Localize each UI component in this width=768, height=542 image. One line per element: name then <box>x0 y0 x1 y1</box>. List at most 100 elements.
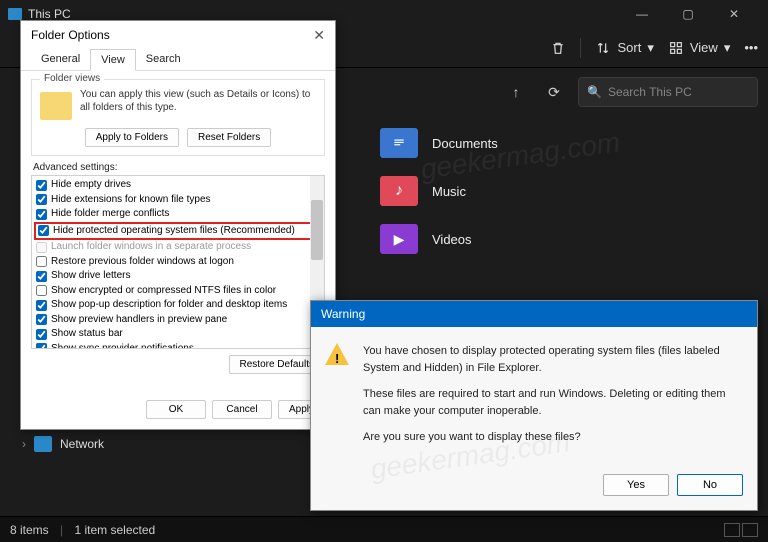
ok-button[interactable]: OK <box>146 400 206 419</box>
warning-title: Warning <box>311 301 757 327</box>
reset-folders-button[interactable]: Reset Folders <box>187 128 271 147</box>
advanced-setting-label: Show sync provider notifications <box>51 342 194 350</box>
view-button[interactable]: View ▾ <box>668 40 730 56</box>
warning-line-3: Are you sure you want to display these f… <box>363 429 743 446</box>
cancel-button[interactable]: Cancel <box>212 400 272 419</box>
music-icon: ♪ <box>380 176 418 206</box>
advanced-setting-label: Restore previous folder windows at logon <box>51 255 234 270</box>
advanced-setting-label: Show pop-up description for folder and d… <box>51 298 287 313</box>
network-label: Network <box>60 437 104 451</box>
advanced-setting-label: Hide protected operating system files (R… <box>53 224 295 239</box>
tab-general[interactable]: General <box>31 49 90 70</box>
advanced-setting-checkbox[interactable] <box>36 314 47 325</box>
advanced-setting-checkbox[interactable] <box>36 194 47 205</box>
chevron-right-icon: › <box>22 437 26 451</box>
advanced-setting-item[interactable]: Hide folder merge conflicts <box>36 207 320 222</box>
maximize-button[interactable]: ▢ <box>670 2 706 26</box>
library-label: Documents <box>432 136 498 151</box>
trash-icon <box>550 40 566 56</box>
network-icon <box>34 436 52 452</box>
folder-views-group-label: Folder views <box>40 73 104 84</box>
advanced-setting-item[interactable]: Show preview handlers in preview pane <box>36 313 320 328</box>
view-icon <box>668 40 684 56</box>
no-button[interactable]: No <box>677 474 743 496</box>
tab-search[interactable]: Search <box>136 49 191 70</box>
advanced-setting-checkbox[interactable] <box>36 271 47 282</box>
apply-to-folders-button[interactable]: Apply to Folders <box>85 128 179 147</box>
folder-views-text: You can apply this view (such as Details… <box>80 88 316 120</box>
scrollbar-thumb[interactable] <box>311 200 323 260</box>
yes-button[interactable]: Yes <box>603 474 669 496</box>
sidebar-item-network[interactable]: › Network <box>22 436 104 452</box>
advanced-setting-checkbox[interactable] <box>36 285 47 296</box>
minimize-button[interactable]: — <box>624 2 660 26</box>
library-documents[interactable]: Documents <box>380 128 498 158</box>
close-button[interactable]: ✕ <box>716 2 752 26</box>
warning-line-1: You have chosen to display protected ope… <box>363 343 743 376</box>
advanced-setting-label: Show preview handlers in preview pane <box>51 313 227 328</box>
view-label: View <box>690 40 718 55</box>
videos-icon: ▶ <box>380 224 418 254</box>
advanced-setting-item[interactable]: Restore previous folder windows at logon <box>36 255 320 270</box>
advanced-setting-item[interactable]: Hide protected operating system files (R… <box>34 222 322 241</box>
warning-dialog: Warning ! You have chosen to display pro… <box>310 300 758 511</box>
advanced-setting-item[interactable]: Hide empty drives <box>36 178 320 193</box>
more-button[interactable]: ••• <box>744 40 758 55</box>
warning-icon: ! <box>325 343 349 367</box>
library-label: Videos <box>432 232 472 247</box>
view-mode-icons[interactable] <box>742 523 758 537</box>
search-placeholder: Search This PC <box>608 85 692 99</box>
advanced-setting-label: Show encrypted or compressed NTFS files … <box>51 284 276 299</box>
app-icon <box>8 8 22 20</box>
advanced-setting-item[interactable]: Show drive letters <box>36 269 320 284</box>
sort-label: Sort <box>617 40 641 55</box>
chevron-down-icon: ▾ <box>724 40 731 56</box>
advanced-setting-item[interactable]: Show sync provider notifications <box>36 342 320 350</box>
documents-icon <box>380 128 418 158</box>
status-selection: 1 item selected <box>75 523 156 537</box>
advanced-setting-checkbox[interactable] <box>36 300 47 311</box>
advanced-setting-item[interactable]: Show pop-up description for folder and d… <box>36 298 320 313</box>
dialog-title: Folder Options <box>31 28 110 42</box>
refresh-button[interactable]: ⟳ <box>540 78 568 106</box>
advanced-setting-item[interactable]: Show encrypted or compressed NTFS files … <box>36 284 320 299</box>
warning-line-2: These files are required to start and ru… <box>363 386 743 419</box>
advanced-setting-checkbox[interactable] <box>36 329 47 340</box>
folder-views-group: Folder views You can apply this view (su… <box>31 79 325 156</box>
advanced-settings-list: Hide empty drivesHide extensions for kno… <box>31 175 325 349</box>
tab-view[interactable]: View <box>90 49 136 71</box>
folder-icon <box>40 92 72 120</box>
advanced-setting-item[interactable]: Hide extensions for known file types <box>36 193 320 208</box>
advanced-setting-checkbox[interactable] <box>36 343 47 349</box>
advanced-setting-label: Hide extensions for known file types <box>51 193 211 208</box>
search-input[interactable]: 🔍 Search This PC <box>578 77 758 107</box>
advanced-setting-checkbox[interactable] <box>36 242 47 253</box>
ellipsis-icon: ••• <box>744 40 758 55</box>
sort-button[interactable]: Sort ▾ <box>595 40 653 56</box>
advanced-setting-item[interactable]: Show status bar <box>36 327 320 342</box>
status-item-count: 8 items <box>10 523 49 537</box>
advanced-setting-checkbox[interactable] <box>36 209 47 220</box>
advanced-setting-label: Show status bar <box>51 327 123 342</box>
library-label: Music <box>432 184 466 199</box>
advanced-setting-label: Hide folder merge conflicts <box>51 207 169 222</box>
up-button[interactable]: ↑ <box>502 78 530 106</box>
advanced-setting-checkbox[interactable] <box>36 180 47 191</box>
dialog-close-button[interactable]: ✕ <box>313 27 325 44</box>
library-videos[interactable]: ▶ Videos <box>380 224 498 254</box>
advanced-setting-checkbox[interactable] <box>38 225 49 236</box>
advanced-setting-item[interactable]: Launch folder windows in a separate proc… <box>36 240 320 255</box>
advanced-setting-checkbox[interactable] <box>36 256 47 267</box>
delete-button[interactable] <box>550 40 566 56</box>
chevron-down-icon: ▾ <box>647 40 654 56</box>
folder-options-dialog: Folder Options ✕ General View Search Fol… <box>20 20 336 430</box>
search-icon: 🔍 <box>587 85 602 99</box>
sort-icon <box>595 40 611 56</box>
advanced-setting-label: Show drive letters <box>51 269 130 284</box>
advanced-setting-label: Hide empty drives <box>51 178 131 193</box>
library-music[interactable]: ♪ Music <box>380 176 498 206</box>
window-title: This PC <box>28 7 71 21</box>
advanced-settings-label: Advanced settings: <box>33 162 325 173</box>
advanced-setting-label: Launch folder windows in a separate proc… <box>51 240 251 255</box>
view-mode-details[interactable] <box>724 523 740 537</box>
